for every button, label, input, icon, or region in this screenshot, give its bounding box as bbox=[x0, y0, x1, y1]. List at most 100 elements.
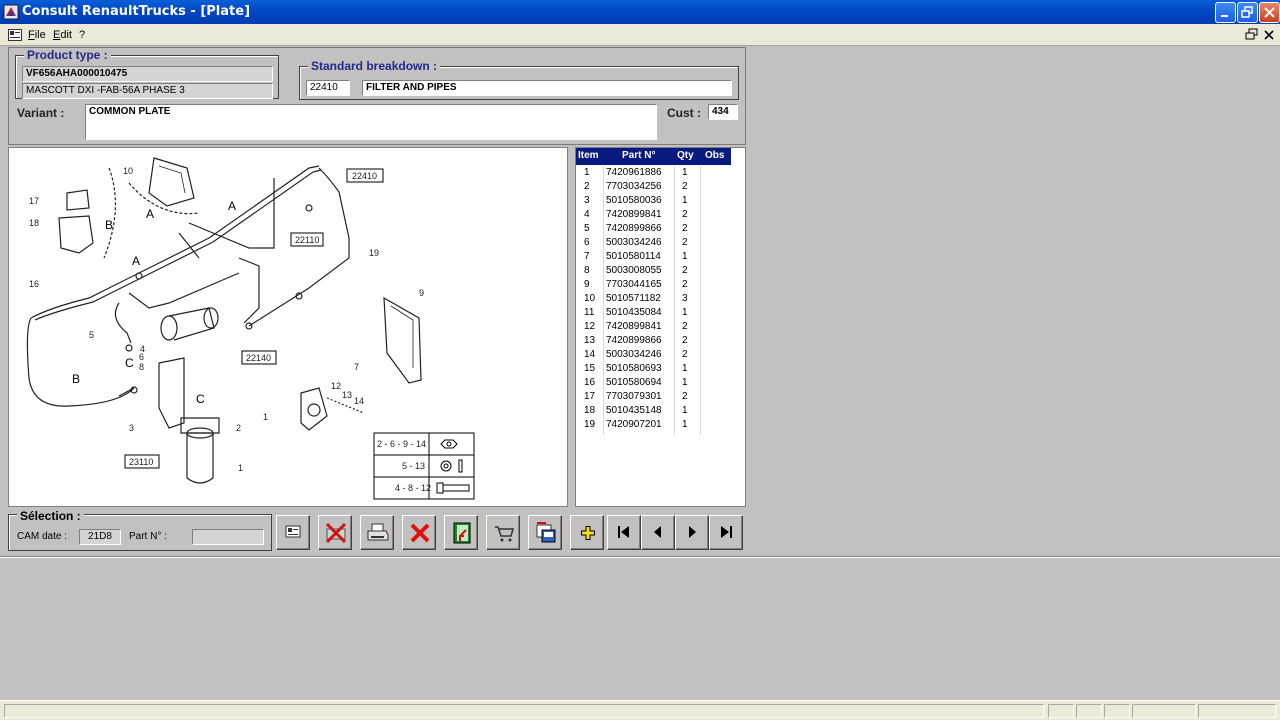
ref-box-23110[interactable]: 23110 bbox=[129, 457, 153, 467]
cart-button[interactable] bbox=[486, 515, 520, 550]
table-row[interactable]: 7 5010580114 1 bbox=[576, 250, 731, 264]
app-icon bbox=[3, 4, 19, 20]
legend-items: 2 - 6 - 9 - 14 bbox=[377, 439, 426, 449]
cell-qty: 1 bbox=[682, 307, 688, 318]
cell-part: 5010580694 bbox=[606, 377, 662, 388]
table-row[interactable]: 11 5010435084 1 bbox=[576, 306, 731, 320]
callout-18: 18 bbox=[29, 218, 39, 228]
cell-part: 5003034246 bbox=[606, 237, 662, 248]
view-label-c: C bbox=[196, 392, 205, 406]
cancel-selection-button[interactable] bbox=[318, 515, 352, 550]
cell-part: 5003034246 bbox=[606, 349, 662, 360]
table-row[interactable]: 17 7703079301 2 bbox=[576, 390, 731, 404]
ref-box-22140[interactable]: 22140 bbox=[246, 353, 271, 363]
previous-record-button[interactable] bbox=[641, 515, 675, 550]
callout-19: 19 bbox=[369, 248, 379, 258]
close-button[interactable] bbox=[1259, 2, 1280, 23]
mdi-restore-icon[interactable] bbox=[1245, 28, 1259, 41]
cancel-selection-icon bbox=[325, 522, 347, 544]
cell-part: 5010571182 bbox=[606, 293, 661, 304]
part-number-label: Part N° : bbox=[129, 531, 167, 542]
card-button[interactable] bbox=[276, 515, 310, 550]
parts-table: Item Part N° Qty Obs 1 7420961886 1 2 770303… bbox=[575, 147, 746, 507]
table-row[interactable]: 15 5010580693 1 bbox=[576, 362, 731, 376]
table-row[interactable]: 4 7420899841 2 bbox=[576, 208, 731, 222]
close-icon bbox=[1264, 7, 1275, 18]
cell-part: 7703034256 bbox=[606, 181, 662, 192]
exit-button[interactable] bbox=[444, 515, 478, 550]
table-row[interactable]: 18 5010435148 1 bbox=[576, 404, 731, 418]
next-record-button[interactable] bbox=[675, 515, 709, 550]
restore-button[interactable] bbox=[1237, 2, 1258, 23]
table-row[interactable]: 6 5003034246 2 bbox=[576, 236, 731, 250]
cell-qty: 1 bbox=[682, 363, 688, 374]
part-number-field bbox=[192, 529, 264, 545]
ref-box-22410[interactable]: 22410 bbox=[352, 171, 377, 181]
variant-field: COMMON PLATE bbox=[85, 104, 657, 140]
table-row[interactable]: 14 5003034246 2 bbox=[576, 348, 731, 362]
last-record-button[interactable] bbox=[709, 515, 743, 550]
product-vin-field: VF656AHA000010475 bbox=[22, 66, 273, 82]
col-item-header[interactable]: Item bbox=[578, 150, 599, 161]
delete-icon bbox=[410, 523, 430, 543]
exploded-view-diagram: 22410 22110 22140 23110 A A A B B C C 1 … bbox=[26, 157, 475, 500]
table-row[interactable]: 9 7703044165 2 bbox=[576, 278, 731, 292]
ref-box-22110[interactable]: 22110 bbox=[295, 235, 319, 245]
legend-items: 4 - 8 - 12 bbox=[395, 483, 431, 493]
cell-qty: 2 bbox=[682, 181, 688, 192]
export-icon bbox=[536, 522, 556, 543]
cell-item: 13 bbox=[584, 335, 596, 346]
cell-part: 7420899841 bbox=[606, 209, 662, 220]
previous-icon bbox=[654, 526, 661, 538]
cell-item: 17 bbox=[584, 391, 596, 402]
table-row[interactable]: 8 5003008055 2 bbox=[576, 264, 731, 278]
menu-help[interactable]: ? bbox=[79, 29, 85, 41]
col-part-header[interactable]: Part N° bbox=[622, 150, 655, 161]
first-record-button[interactable] bbox=[607, 515, 641, 550]
callout-6: 6 bbox=[139, 352, 144, 362]
print-button[interactable] bbox=[360, 515, 394, 550]
menu-file[interactable]: File bbox=[28, 29, 46, 41]
cust-field: 434 bbox=[708, 104, 738, 120]
add-button[interactable] bbox=[570, 515, 604, 550]
export-button[interactable] bbox=[528, 515, 562, 550]
table-row[interactable]: 13 7420899866 2 bbox=[576, 334, 731, 348]
cell-item: 6 bbox=[584, 237, 590, 248]
cell-part: 7420899841 bbox=[606, 321, 662, 332]
table-row[interactable]: 1 7420961886 1 bbox=[576, 166, 731, 180]
cell-item: 11 bbox=[584, 307, 595, 318]
callout-14: 14 bbox=[354, 396, 364, 406]
parts-drawing[interactable]: 22410 22110 22140 23110 A A A B B C C 1 … bbox=[8, 147, 568, 507]
document-menu-icon[interactable] bbox=[8, 29, 22, 41]
separator bbox=[0, 556, 1280, 558]
selection-title: Sélection : bbox=[17, 509, 84, 523]
table-row[interactable]: 12 7420899841 2 bbox=[576, 320, 731, 334]
status-pane bbox=[1048, 704, 1074, 718]
mdi-close-icon[interactable] bbox=[1262, 28, 1276, 41]
legend-items: 5 - 13 bbox=[402, 461, 425, 471]
table-row[interactable]: 3 5010580036 1 bbox=[576, 194, 731, 208]
cell-item: 14 bbox=[584, 349, 596, 360]
view-label-b: B bbox=[72, 372, 80, 386]
table-row[interactable]: 2 7703034256 2 bbox=[576, 180, 731, 194]
cell-qty: 2 bbox=[682, 279, 688, 290]
callout-12: 12 bbox=[331, 381, 341, 391]
minimize-button[interactable] bbox=[1215, 2, 1236, 23]
menu-edit[interactable]: Edit bbox=[53, 29, 72, 41]
col-obs-header[interactable]: Obs bbox=[705, 150, 724, 161]
fastener-legend: 2 - 6 - 9 - 14 5 - 13 4 - 8 - 12 bbox=[373, 432, 475, 500]
view-label-c: C bbox=[125, 356, 134, 370]
next-icon bbox=[689, 526, 696, 538]
table-row[interactable]: 5 7420899866 2 bbox=[576, 222, 731, 236]
delete-button[interactable] bbox=[402, 515, 436, 550]
callout-5: 5 bbox=[89, 330, 94, 340]
cell-qty: 1 bbox=[682, 377, 688, 388]
col-qty-header[interactable]: Qty bbox=[677, 150, 694, 161]
cell-part: 5010435148 bbox=[606, 405, 662, 416]
table-row[interactable]: 10 5010571182 3 bbox=[576, 292, 731, 306]
view-label-a: A bbox=[132, 254, 140, 268]
cell-qty: 1 bbox=[682, 419, 688, 430]
cell-qty: 2 bbox=[682, 209, 688, 220]
table-row[interactable]: 19 7420907201 1 bbox=[576, 418, 731, 432]
table-row[interactable]: 16 5010580694 1 bbox=[576, 376, 731, 390]
